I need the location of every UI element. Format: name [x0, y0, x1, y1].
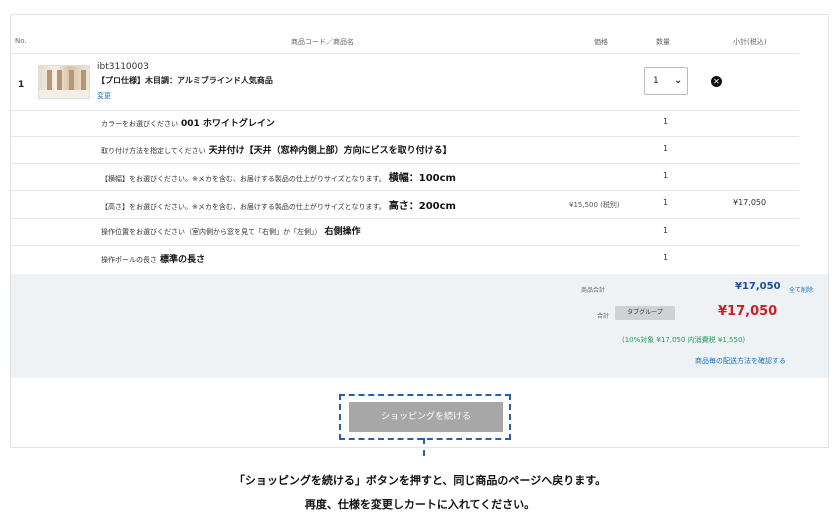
header-product: 商品コード／商品名 — [291, 38, 354, 46]
header-price: 価格 — [594, 38, 608, 46]
tax-note: (10%対象 ¥17,050 内消費税 ¥1,550) — [622, 336, 746, 344]
divider — [11, 53, 799, 54]
clear-all-link[interactable]: 全て削除 — [789, 285, 813, 294]
header-no: No. — [15, 37, 27, 45]
option-pole: 操作ポールの長さ 標準の長さ — [101, 255, 206, 265]
divider — [11, 190, 799, 191]
instruction-line-1: 「ショッピングを続ける」ボタンを押すと、同じ商品のページへ戻ります。 — [233, 474, 607, 487]
divider — [11, 136, 799, 137]
total-value: ¥17,050 — [718, 304, 778, 319]
option-qty: 1 — [663, 171, 669, 180]
option-qty: 1 — [663, 198, 669, 207]
product-name[interactable]: 【プロ仕様】木目調：アルミブラインド人気商品 — [97, 75, 273, 86]
shipping-method-link[interactable]: 商品毎の配送方法を確認する — [695, 356, 786, 366]
header-qty: 数量 — [656, 38, 670, 46]
option-height: 【高さ】をお選びください。※メカを含む、お届けする製品の仕上がりサイズとなります… — [101, 201, 456, 212]
option-qty: 1 — [663, 117, 669, 126]
quantity-value: 1 — [653, 76, 659, 86]
option-mount: 取り付け方法を指定してください 天井付け【天井（窓枠内側上部）方向にビスを取り付け… — [101, 146, 452, 156]
continue-shopping-button[interactable]: ショッピングを続ける — [349, 402, 503, 432]
divider — [11, 245, 799, 246]
total-label: 合計 — [597, 313, 610, 320]
change-link[interactable]: 変更 — [97, 91, 111, 101]
option-price: ¥15,500 (税別) — [569, 201, 620, 209]
product-thumbnail[interactable] — [38, 65, 90, 99]
divider — [11, 218, 799, 219]
header-subtotal: 小計(税込) — [733, 38, 767, 46]
divider — [11, 110, 799, 111]
cart-table: No. 商品コード／商品名 価格 数量 小計(税込) 1 ibt3110003 … — [10, 14, 829, 448]
option-qty: 1 — [663, 226, 669, 235]
continue-button-callout: ショッピングを続ける — [339, 394, 511, 440]
product-code: ibt3110003 — [97, 62, 149, 72]
cart-summary: 商品合計 ¥17,050 全て削除 合計 タブグループ ¥17,050 (10%… — [11, 274, 828, 378]
subtotal-label: 商品合計 — [581, 287, 606, 294]
callout-line — [423, 438, 425, 456]
option-operation: 操作位置をお選びください（室内側から窓を見て「右側」か「左側」） 右側操作 — [101, 227, 361, 237]
option-subtotal: ¥17,050 — [733, 198, 767, 207]
subtotal-value: ¥17,050 — [735, 281, 781, 292]
chevron-down-icon: ⌄ — [674, 75, 683, 86]
delete-icon[interactable]: ✕ — [711, 76, 722, 87]
item-number: 1 — [18, 80, 25, 90]
option-qty: 1 — [663, 253, 669, 262]
table-header: No. 商品コード／商品名 価格 数量 小計(税込) — [11, 33, 828, 53]
instruction-line-2: 再度、仕様を変更しカートに入れてください。 — [304, 498, 536, 511]
option-color: カラーをお選びください 001 ホワイトグレイン — [101, 119, 275, 129]
option-width: 【横幅】をお選びください。※メカを含む、お届けする製品の仕上がりサイズとなります… — [101, 173, 456, 184]
option-qty: 1 — [663, 144, 669, 153]
tab-group-button[interactable]: タブグループ — [615, 306, 675, 320]
divider — [11, 163, 799, 164]
quantity-select[interactable]: 1 ⌄ — [644, 67, 688, 95]
